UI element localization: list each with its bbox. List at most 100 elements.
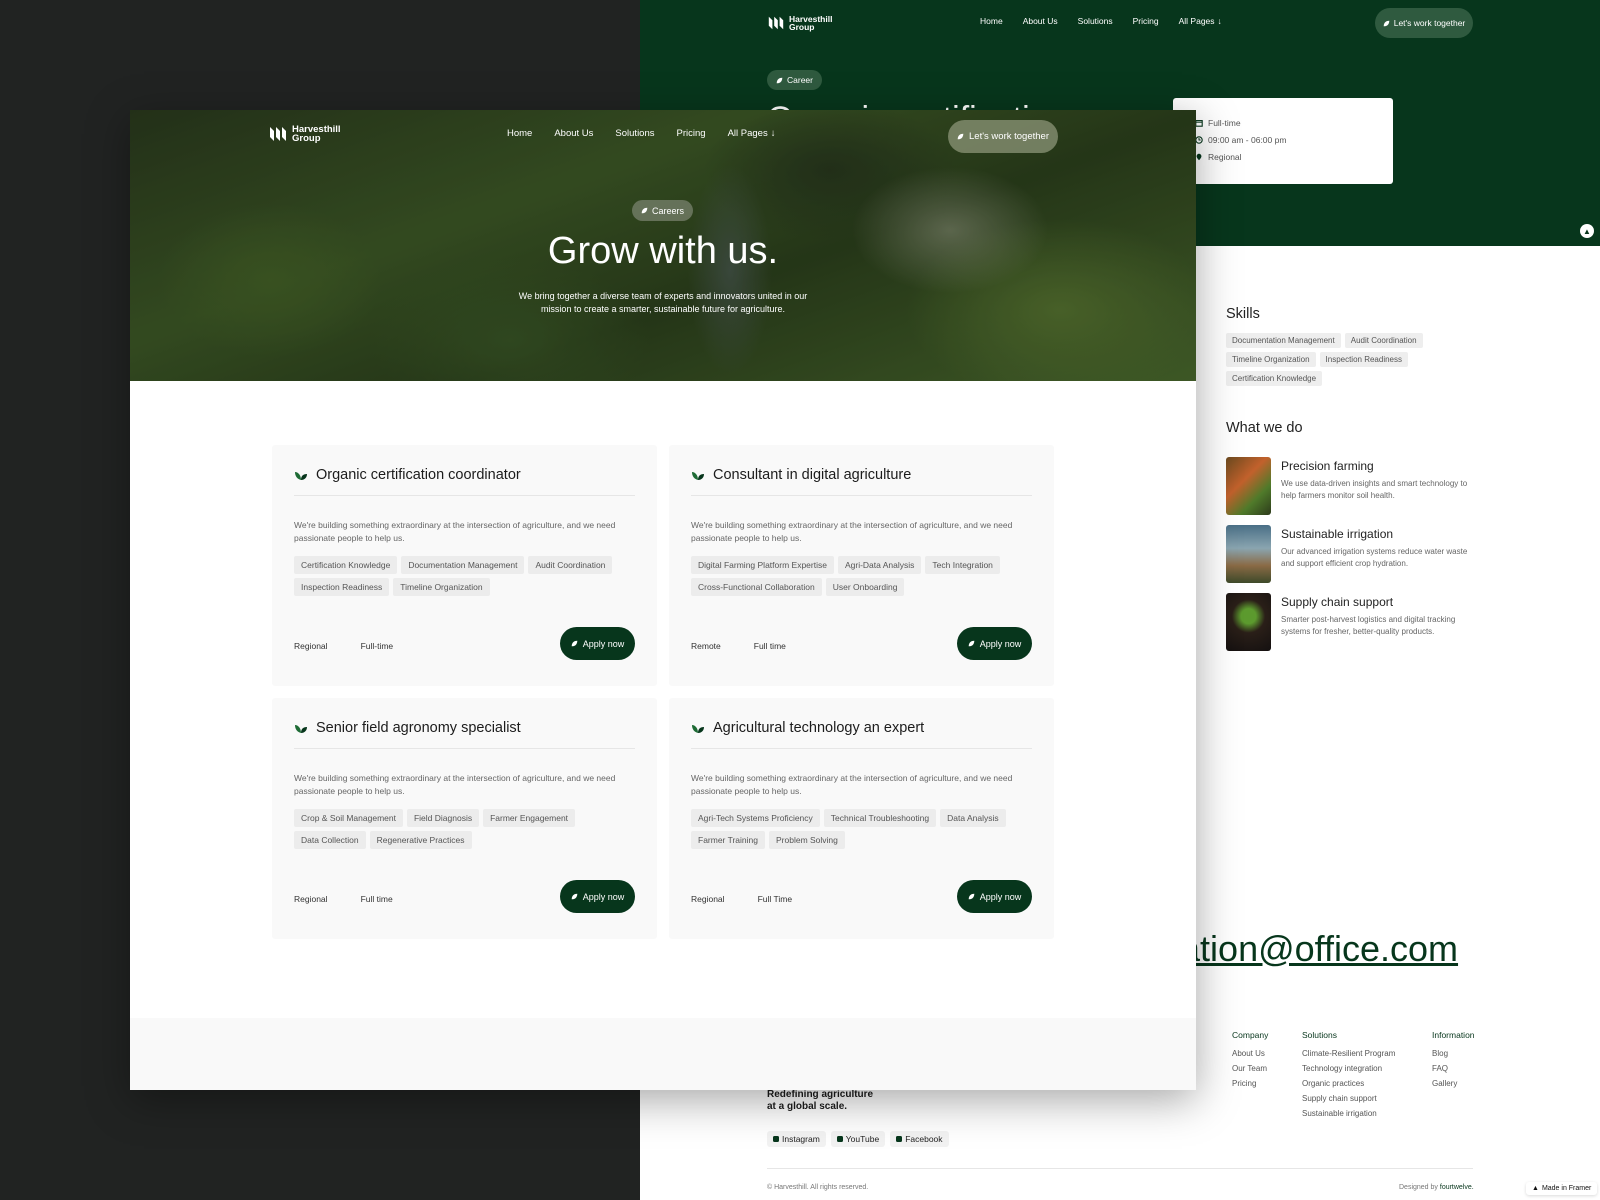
detail-cta-label: Let's work together: [1393, 18, 1466, 28]
footer-link[interactable]: Sustainable irrigation: [1302, 1109, 1395, 1118]
detail-nav-all-pages[interactable]: All Pages ↓: [1179, 16, 1222, 26]
detail-nav: Home About Us Solutions Pricing All Page…: [980, 16, 1222, 26]
divider: [294, 495, 635, 496]
job-tags: Agri-Tech Systems Proficiency Technical …: [691, 809, 1031, 849]
footer-company: Company About Us Our Team Pricing: [1232, 1030, 1268, 1094]
footer-link[interactable]: Supply chain support: [1302, 1094, 1395, 1103]
job-card: Consultant in digital agriculture We're …: [669, 445, 1054, 686]
apply-now-button[interactable]: Apply now: [560, 880, 635, 913]
service-item-supply-chain[interactable]: Supply chain support Smarter post-harves…: [1226, 593, 1486, 651]
footer-link[interactable]: Pricing: [1232, 1079, 1268, 1088]
job-tag: Certification Knowledge: [294, 556, 398, 574]
job-tag: Crop & Soil Management: [294, 809, 403, 827]
job-title[interactable]: Agricultural technology an expert: [713, 720, 924, 736]
skill-chip: Audit Coordination: [1344, 333, 1423, 348]
detail-nav-home[interactable]: Home: [980, 16, 1003, 26]
leaf-icon: [968, 640, 975, 647]
footer-link[interactable]: About Us: [1232, 1049, 1268, 1058]
hero-subtitle: We bring together a diverse team of expe…: [518, 291, 808, 314]
detail-cta-button[interactable]: Let's work together: [1375, 8, 1473, 38]
job-type: Full time: [360, 894, 393, 904]
apply-now-label: Apply now: [582, 638, 625, 649]
calendar-icon: [1195, 119, 1203, 127]
footer-link[interactable]: Organic practices: [1302, 1079, 1395, 1088]
detail-nav-solutions[interactable]: Solutions: [1078, 16, 1113, 26]
info-hours: 09:00 am - 06:00 pm: [1208, 134, 1287, 145]
job-card: Senior field agronomy specialist We're b…: [272, 698, 657, 939]
made-in-framer-label: Made in Framer: [1541, 1185, 1592, 1192]
apply-now-button[interactable]: Apply now: [957, 880, 1032, 913]
career-pill: Career: [767, 70, 822, 90]
contact-email-link[interactable]: nation@office.com: [1160, 928, 1458, 970]
facebook-icon: [896, 1136, 903, 1142]
job-tag: Farmer Training: [691, 831, 765, 849]
job-info-card: Full-time 09:00 am - 06:00 pm Regional: [1173, 98, 1393, 184]
job-tag: Data Collection: [294, 831, 366, 849]
designer-link[interactable]: fourtwelve.: [1440, 1184, 1474, 1191]
footer-link[interactable]: Our Team: [1232, 1064, 1268, 1073]
sprout-icon: [692, 472, 704, 480]
nav-solutions[interactable]: Solutions: [615, 128, 654, 139]
job-title[interactable]: Senior field agronomy specialist: [316, 720, 521, 736]
info-location: Regional: [1208, 151, 1242, 162]
sprout-icon: [295, 725, 307, 733]
service-item-sustainable-irrigation[interactable]: Sustainable irrigation Our advanced irri…: [1226, 525, 1486, 583]
framer-icon[interactable]: ▲: [1580, 224, 1594, 238]
job-tag: Problem Solving: [769, 831, 845, 849]
footer-link[interactable]: Blog: [1432, 1049, 1475, 1058]
designed-by: Designed by fourtwelve.: [1399, 1184, 1474, 1191]
info-row-location: Regional: [1195, 148, 1393, 165]
footer-link[interactable]: Gallery: [1432, 1079, 1475, 1088]
lets-work-together-button[interactable]: Let's work together: [948, 120, 1058, 153]
social-label: YouTube: [845, 1134, 880, 1144]
job-tag: Timeline Organization: [393, 578, 490, 596]
made-in-framer-badge[interactable]: ▲ Made in Framer: [1526, 1182, 1598, 1195]
divider: [691, 495, 1032, 496]
job-card-header: Consultant in digital agriculture: [691, 467, 911, 483]
detail-logo[interactable]: Harvesthill Group: [767, 14, 832, 32]
nav-home[interactable]: Home: [507, 128, 532, 139]
arrow-down-icon: ↓: [1217, 16, 1222, 26]
job-tags: Crop & Soil Management Field Diagnosis F…: [294, 809, 634, 849]
job-card-header: Senior field agronomy specialist: [294, 720, 521, 736]
divider: [691, 748, 1032, 749]
service-title: Sustainable irrigation: [1281, 527, 1394, 541]
apply-now-label: Apply now: [582, 891, 625, 902]
job-location: Regional: [294, 641, 328, 651]
apply-now-button[interactable]: Apply now: [560, 627, 635, 660]
service-description: We use data-driven insights and smart te…: [1281, 479, 1468, 500]
detail-nav-pricing[interactable]: Pricing: [1133, 16, 1159, 26]
header-logo[interactable]: Harvesthill Group: [268, 124, 341, 144]
info-row-hours: 09:00 am - 06:00 pm: [1195, 131, 1393, 148]
harvesthill-logo-icon: [270, 127, 286, 141]
footer-link[interactable]: Technology integration: [1302, 1064, 1395, 1073]
nav-all-pages[interactable]: All Pages ↓: [728, 128, 776, 139]
footer-link[interactable]: Climate-Resilient Program: [1302, 1049, 1395, 1058]
location-pin-icon: [1196, 153, 1202, 160]
careers-pill: Careers: [632, 200, 694, 221]
footer-link[interactable]: FAQ: [1432, 1064, 1475, 1073]
service-item-precision-farming[interactable]: Precision farming We use data-driven ins…: [1226, 457, 1486, 515]
nav-all-pages-label: All Pages: [727, 128, 768, 139]
skill-chip: Certification Knowledge: [1226, 371, 1323, 386]
logo-name-line2: Group: [292, 133, 321, 144]
instagram-link[interactable]: Instagram: [767, 1131, 826, 1147]
service-description: Our advanced irrigation systems reduce w…: [1281, 547, 1468, 568]
job-title[interactable]: Consultant in digital agriculture: [713, 467, 911, 483]
info-row-type: Full-time: [1195, 114, 1393, 131]
detail-nav-about[interactable]: About Us: [1023, 16, 1058, 26]
job-tag: Farmer Engagement: [483, 809, 576, 827]
job-type: Full Time: [757, 894, 793, 904]
nav-pricing[interactable]: Pricing: [677, 128, 706, 139]
facebook-link[interactable]: Facebook: [890, 1131, 949, 1147]
youtube-link[interactable]: YouTube: [830, 1131, 886, 1147]
job-title[interactable]: Organic certification coordinator: [316, 467, 521, 483]
apply-now-button[interactable]: Apply now: [957, 627, 1032, 660]
job-meta: Regional Full time: [294, 894, 393, 904]
nav-about-us[interactable]: About Us: [554, 128, 593, 139]
job-description: We're building something extraordinary a…: [294, 773, 616, 796]
designed-by-prefix: Designed by: [1399, 1184, 1438, 1191]
service-title: Supply chain support: [1281, 595, 1394, 609]
job-tag: Technical Troubleshooting: [823, 809, 937, 827]
leaf-icon: [968, 893, 975, 900]
